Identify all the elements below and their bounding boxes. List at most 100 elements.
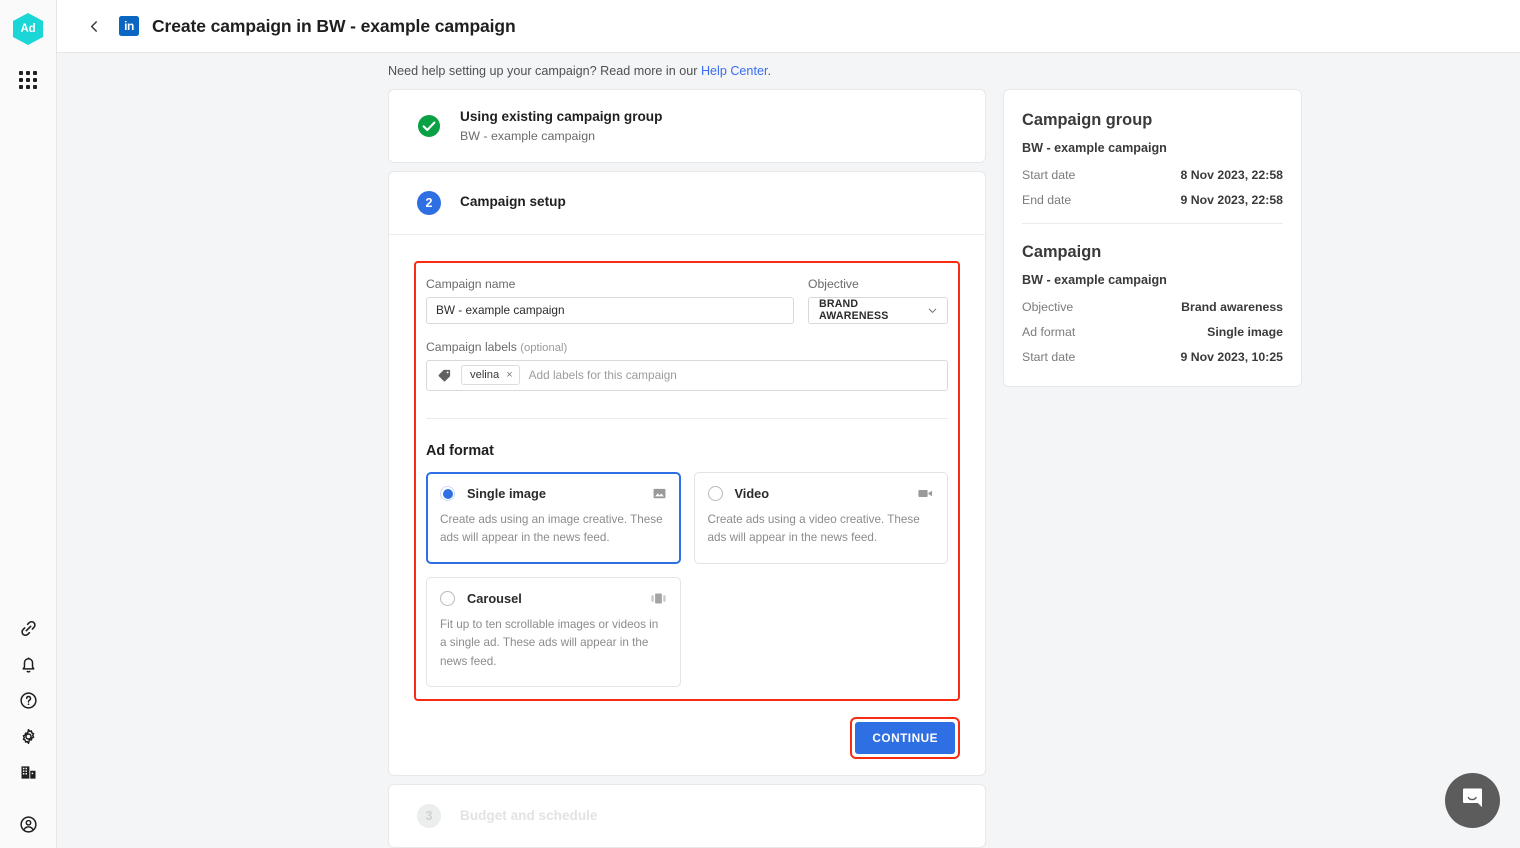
- group-start-date-label: Start date: [1022, 168, 1076, 182]
- video-description: Create ads using a video creative. These…: [707, 512, 920, 545]
- video-label: Video: [734, 485, 770, 501]
- campaign-group-heading: Campaign group: [1022, 111, 1153, 129]
- link-icon[interactable]: [16, 616, 40, 640]
- video-header: Video: [707, 485, 935, 501]
- step-3-bubble: 3: [417, 804, 441, 829]
- image-icon: [652, 486, 667, 501]
- single-image-header: Single image: [440, 485, 667, 501]
- campaign-name-summary: BW - example campaign: [1022, 273, 1167, 287]
- campaign-labels-input[interactable]: velina × Add labels for this campaign: [426, 359, 948, 391]
- app-logo[interactable]: Ad: [13, 13, 43, 45]
- summary-row: Objective Brand awareness: [1022, 300, 1283, 314]
- step-card-2: 2 Campaign setup Campaign name BW - exam…: [388, 170, 986, 777]
- campaign-labels-placeholder: Add labels for this campaign: [528, 368, 677, 383]
- step-2-text: Campaign setup: [460, 194, 566, 211]
- name-objective-row: Campaign name Objective BRAND AWARENESS: [426, 277, 948, 324]
- campaign-name-field: Campaign name: [426, 277, 794, 324]
- video-camera-icon: [917, 486, 934, 501]
- carousel-header: Carousel: [440, 590, 667, 606]
- help-circle-icon[interactable]: [16, 688, 40, 712]
- campaign-startdate-value: 9 Nov 2023, 10:25: [1180, 350, 1283, 364]
- group-end-date-label: End date: [1022, 193, 1072, 207]
- campaign-labels-optional: (optional): [520, 341, 568, 354]
- app-root: Ad in Create campaign in BW - example ca…: [0, 0, 1520, 848]
- campaign-labels-field: Campaign labels (optional) velina × Add …: [426, 340, 948, 391]
- top-bar: in Create campaign in BW - example campa…: [57, 0, 1520, 53]
- content-scroll-area: Need help setting up your campaign? Read…: [57, 53, 1520, 848]
- objective-select[interactable]: BRAND AWARENESS: [808, 296, 948, 324]
- step-3-title: Budget and schedule: [460, 807, 598, 823]
- wizard-column: Using existing campaign group BW - examp…: [388, 89, 986, 848]
- single-image-label: Single image: [467, 485, 546, 501]
- step-row-3: 3 Budget and schedule: [389, 785, 985, 847]
- campaign-adformat-value: Single image: [1207, 325, 1283, 339]
- building-icon[interactable]: [16, 760, 40, 784]
- carousel-description: Fit up to ten scrollable images or video…: [440, 617, 659, 668]
- summary-card: Campaign group BW - example campaign Sta…: [1003, 89, 1302, 387]
- ad-format-option-carousel[interactable]: Carousel Fit up to ten scrollable images…: [426, 576, 681, 688]
- left-nav-rail: Ad: [0, 0, 57, 848]
- campaign-name-input[interactable]: [426, 296, 794, 324]
- linkedin-label: in: [124, 19, 134, 33]
- campaign-group-name: BW - example campaign: [1022, 141, 1167, 155]
- help-text-after: .: [767, 64, 771, 78]
- summary-row: Start date 8 Nov 2023, 22:58: [1022, 168, 1283, 182]
- carousel-icon: [650, 591, 667, 606]
- gear-icon[interactable]: [16, 724, 40, 748]
- single-image-description: Create ads using an image creative. Thes…: [440, 512, 663, 545]
- step-row-2: 2 Campaign setup: [389, 172, 985, 235]
- campaign-adformat-label: Ad format: [1022, 325, 1076, 339]
- continue-button[interactable]: CONTINUE: [855, 722, 955, 755]
- bell-icon[interactable]: [16, 652, 40, 676]
- hexagon-logo-icon: Ad: [13, 13, 43, 45]
- help-hint: Need help setting up your campaign? Read…: [388, 64, 771, 78]
- campaign-name-label: Campaign name: [426, 276, 516, 291]
- label-chip[interactable]: velina ×: [461, 365, 520, 386]
- step-2-title: Campaign setup: [460, 194, 566, 210]
- summary-column: Campaign group BW - example campaign Sta…: [1003, 89, 1302, 387]
- close-icon[interactable]: ×: [506, 369, 512, 381]
- ad-format-heading: Ad format: [426, 442, 494, 459]
- campaign-objective-value: Brand awareness: [1181, 300, 1283, 314]
- linkedin-icon: in: [119, 16, 139, 36]
- ad-format-option-video[interactable]: Video Create ads using a video creative.…: [693, 471, 948, 564]
- objective-label: Objective: [808, 276, 859, 291]
- continue-bar: CONTINUE: [389, 701, 985, 775]
- video-radio[interactable]: [707, 485, 723, 501]
- logo-text: Ad: [20, 23, 36, 35]
- step-2-bubble: 2: [417, 190, 441, 215]
- single-image-radio[interactable]: [440, 485, 455, 501]
- campaign-startdate-label: Start date: [1022, 350, 1076, 364]
- campaign-labels-label-text: Campaign labels: [426, 339, 517, 354]
- chevron-left-icon[interactable]: [83, 15, 105, 37]
- carousel-radio[interactable]: [440, 590, 455, 606]
- summary-row: Ad format Single image: [1022, 325, 1283, 339]
- step-card-3[interactable]: 3 Budget and schedule: [388, 784, 986, 848]
- help-text-before: Need help setting up your campaign? Read…: [388, 64, 701, 78]
- main-area: in Create campaign in BW - example campa…: [57, 0, 1520, 848]
- form-divider: [426, 417, 948, 419]
- step-1-subtitle: BW - example campaign: [460, 128, 595, 143]
- ad-format-option-single-image[interactable]: Single image Create ads using an image c…: [426, 471, 681, 564]
- help-center-link[interactable]: Help Center: [701, 64, 768, 78]
- intercom-launcher[interactable]: [1445, 773, 1500, 828]
- ad-format-options: Single image Create ads using an image c…: [426, 471, 948, 688]
- page-title: Create campaign in BW - example campaign: [152, 15, 516, 36]
- campaign-labels-label: Campaign labels (optional): [426, 340, 948, 354]
- objective-selected-value: BRAND AWARENESS: [819, 298, 889, 323]
- account-circle-icon[interactable]: [16, 812, 40, 836]
- summary-row: End date 9 Nov 2023, 22:58: [1022, 193, 1283, 207]
- step-card-1[interactable]: Using existing campaign group BW - examp…: [388, 89, 986, 163]
- group-start-date-value: 8 Nov 2023, 22:58: [1180, 168, 1283, 182]
- grid-apps-icon[interactable]: [19, 71, 37, 89]
- check-circle-icon: [417, 114, 441, 138]
- campaign-objective-label: Objective: [1022, 300, 1074, 314]
- summary-row: Start date 9 Nov 2023, 10:25: [1022, 350, 1283, 364]
- objective-field: Objective BRAND AWARENESS: [808, 277, 948, 324]
- group-end-date-value: 9 Nov 2023, 22:58: [1180, 193, 1283, 207]
- chat-bubble-smile-icon: [1459, 784, 1487, 817]
- label-chip-text: velina: [470, 369, 500, 382]
- continue-button-highlight: CONTINUE: [850, 717, 960, 760]
- chevron-down-icon: [926, 304, 939, 317]
- carousel-label: Carousel: [467, 590, 522, 606]
